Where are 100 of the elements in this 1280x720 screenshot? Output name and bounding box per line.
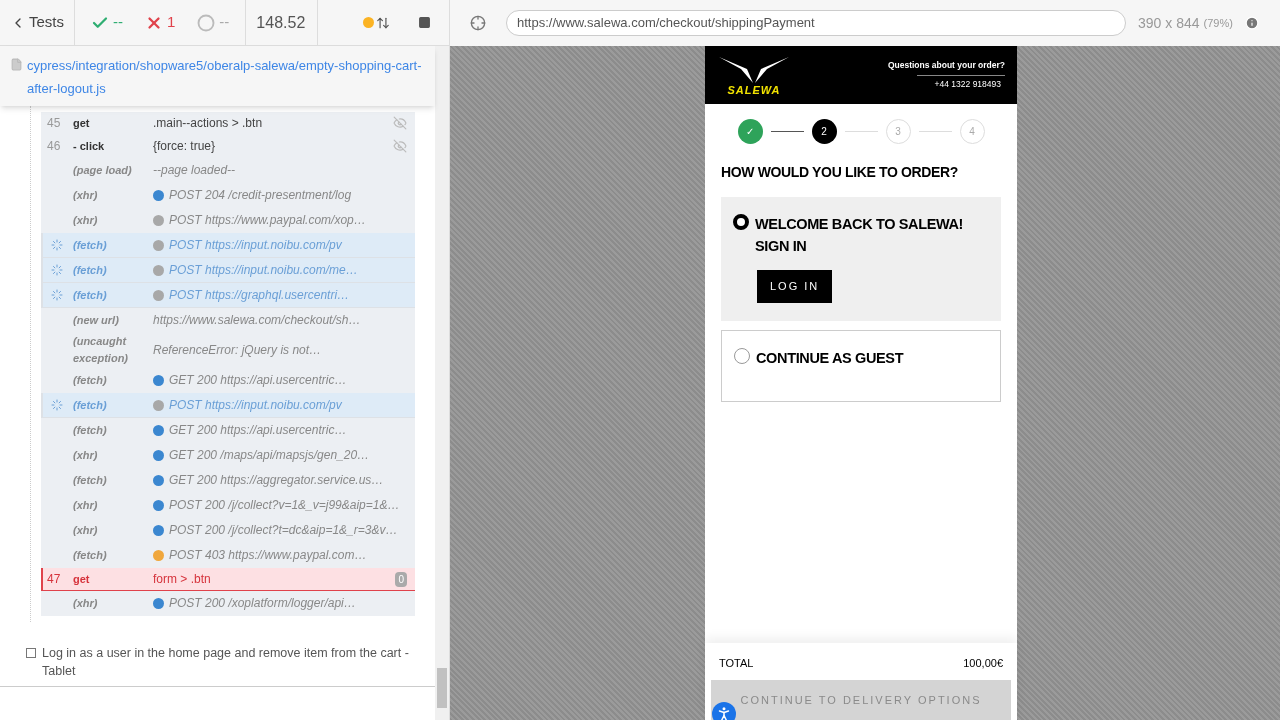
order-heading: HOW WOULD YOU LIKE TO ORDER?: [721, 163, 959, 182]
help-title: Questions about your order?: [887, 59, 1005, 72]
command-message: .main--actions > .btn: [153, 115, 263, 132]
command-log-row[interactable]: (xhr) POST https://www.paypal.com/xop…: [41, 208, 415, 233]
command-name: get: [73, 115, 91, 131]
radio-button[interactable]: [734, 347, 750, 364]
option-title: CONTINUE AS GUEST: [756, 348, 904, 368]
option-title: WELCOME BACK TO SALEWA! SIGN IN: [755, 215, 965, 256]
command-message: GET 200 https://api.usercentric…: [169, 372, 347, 389]
order-option-card[interactable]: WELCOME BACK TO SALEWA! SIGN IN LOG IN: [721, 197, 1001, 321]
command-name: (page load): [73, 162, 133, 178]
viewport-scale: (79%): [1203, 15, 1233, 31]
command-name: (uncaught exception): [73, 334, 129, 366]
command-log-row[interactable]: (fetch) GET 200 https://api.usercentric…: [41, 368, 415, 393]
line-number: 47: [47, 571, 61, 588]
command-name: (fetch): [73, 472, 108, 488]
step-indicator: 2: [811, 119, 837, 144]
total-label: TOTAL: [719, 655, 754, 671]
selector-crosshair-icon[interactable]: [470, 15, 486, 31]
total-amount: 100,00€: [963, 655, 1003, 671]
command-message: GET 200 https://api.usercentric…: [169, 422, 347, 439]
command-log-row[interactable]: 45 get .main--actions > .btn: [41, 112, 415, 135]
command-message: POST 200 /j/collect?t=dc&aip=1&_r=3&v…: [169, 522, 398, 539]
command-message: GET 200 /maps/api/mapsjs/gen_20…: [169, 447, 370, 464]
command-message: POST https://input.noibu.com/me…: [169, 262, 358, 279]
command-log-row[interactable]: (xhr) POST 200 /j/collect?t=dc&aip=1&_r=3&v…: [41, 518, 415, 543]
autoscroll-button[interactable]: [363, 15, 390, 30]
command-log-row[interactable]: (page load) --page loaded--: [41, 158, 415, 183]
command-message: ReferenceError: jQuery is not…: [153, 342, 322, 359]
tests-back-button[interactable]: Tests: [0, 0, 75, 45]
command-log-row[interactable]: (xhr) POST 200 /j/collect?v=1&_v=j99&aip=1&…: [41, 493, 415, 518]
command-log-row[interactable]: (xhr) POST 200 /xoplatform/logger/api…: [41, 591, 415, 616]
command-message: POST 200 /j/collect?v=1&_v=j99&aip=1&…: [169, 497, 400, 514]
file-icon: [10, 58, 23, 71]
command-name: (xhr): [73, 497, 99, 513]
command-message: https://www.salewa.com/checkout/sh…: [153, 312, 361, 329]
info-icon[interactable]: [1244, 16, 1259, 30]
command-name: (xhr): [73, 595, 99, 611]
command-name: (xhr): [73, 212, 99, 228]
command-message: --page loaded--: [153, 162, 236, 179]
stop-icon[interactable]: [418, 16, 431, 29]
command-message: POST 204 /credit-presentment/log: [169, 187, 352, 204]
command-message: POST https://input.noibu.com/pv: [169, 237, 342, 254]
pending-count: --: [219, 12, 230, 33]
command-name: (fetch): [73, 287, 108, 303]
command-log-row[interactable]: (xhr) GET 200 /maps/api/mapsjs/gen_20…: [41, 443, 415, 468]
spec-file-link[interactable]: cypress/integration/shopware5/oberalp-salewa/empty-shopping-cart-after-logout.js: [27, 54, 425, 100]
line-number: 46: [47, 138, 61, 155]
passed-count: --: [113, 12, 123, 33]
log-in-button[interactable]: LOG IN: [757, 270, 833, 303]
command-log-row[interactable]: (fetch) GET 200 https://aggregator.service.us…: [41, 468, 415, 493]
step-indicator: 3: [885, 119, 911, 144]
command-message: form > .btn: [153, 571, 211, 588]
command-name: (fetch): [73, 422, 108, 438]
command-log-row[interactable]: (fetch) POST https://input.noibu.com/pv: [41, 393, 415, 418]
command-message: POST https://www.paypal.com/xop…: [169, 212, 366, 229]
spinner-icon: [51, 239, 63, 251]
failed-count: 1: [167, 12, 176, 33]
command-name: (fetch): [73, 262, 108, 278]
command-log-row[interactable]: (fetch) POST https://input.noibu.com/pv: [41, 233, 415, 258]
command-log-row[interactable]: (uncaught exception) ReferenceError: jQuery is not…: [41, 333, 415, 368]
command-name: get: [73, 571, 91, 587]
command-message: POST https://graphql.usercentri…: [169, 287, 350, 304]
command-log-row[interactable]: 47 get form > .btn 0: [41, 568, 415, 591]
step-indicator: 4: [959, 119, 985, 144]
command-name: (xhr): [73, 187, 99, 203]
command-message: POST https://input.noibu.com/pv: [169, 397, 342, 414]
order-option-card[interactable]: CONTINUE AS GUEST: [721, 329, 1001, 402]
radio-button[interactable]: [733, 214, 749, 230]
command-name: (xhr): [73, 447, 99, 463]
circle-icon: [197, 13, 216, 32]
command-name: - click: [73, 138, 106, 154]
command-log-row[interactable]: (fetch) GET 200 https://api.usercentric…: [41, 418, 415, 443]
help-phone: +44 1322 918493: [916, 75, 1005, 91]
step-indicator: ✓: [737, 119, 763, 144]
test-title[interactable]: Log in as a user in the home page and remove item from the cart - Tablet: [42, 644, 415, 680]
command-name: (xhr): [73, 522, 99, 538]
duration: 148.52: [256, 12, 306, 33]
command-name: (fetch): [73, 397, 108, 413]
line-number: 45: [47, 115, 61, 132]
url-bar[interactable]: https://www.salewa.com/checkout/shippingPayment: [506, 10, 1126, 36]
command-message: POST 403 https://www.paypal.com…: [169, 547, 367, 564]
spinner-icon: [51, 264, 63, 276]
command-log-row[interactable]: (fetch) POST https://input.noibu.com/me…: [41, 258, 415, 283]
viewport-size: 390 x 844: [1138, 13, 1200, 33]
spinner-icon: [51, 289, 63, 301]
command-message: POST 200 /xoplatform/logger/api…: [169, 595, 356, 612]
command-name: (fetch): [73, 547, 108, 563]
command-name: (fetch): [73, 372, 108, 388]
test-checkbox[interactable]: [26, 648, 36, 658]
command-log-row[interactable]: 46 - click {force: true}: [41, 135, 415, 158]
command-message: {force: true}: [153, 138, 216, 155]
command-name: (fetch): [73, 237, 108, 253]
command-log-row[interactable]: (xhr) POST 204 /credit-presentment/log: [41, 183, 415, 208]
command-log-row[interactable]: (fetch) POST 403 https://www.paypal.com…: [41, 543, 415, 568]
command-name: (new url): [73, 312, 120, 328]
command-log-row[interactable]: (new url) https://www.salewa.com/checkout/sh…: [41, 308, 415, 333]
up-down-arrow-icon: [376, 15, 390, 30]
command-log-row[interactable]: (fetch) POST https://graphql.usercentri…: [41, 283, 415, 308]
element-count: 0: [395, 571, 407, 587]
